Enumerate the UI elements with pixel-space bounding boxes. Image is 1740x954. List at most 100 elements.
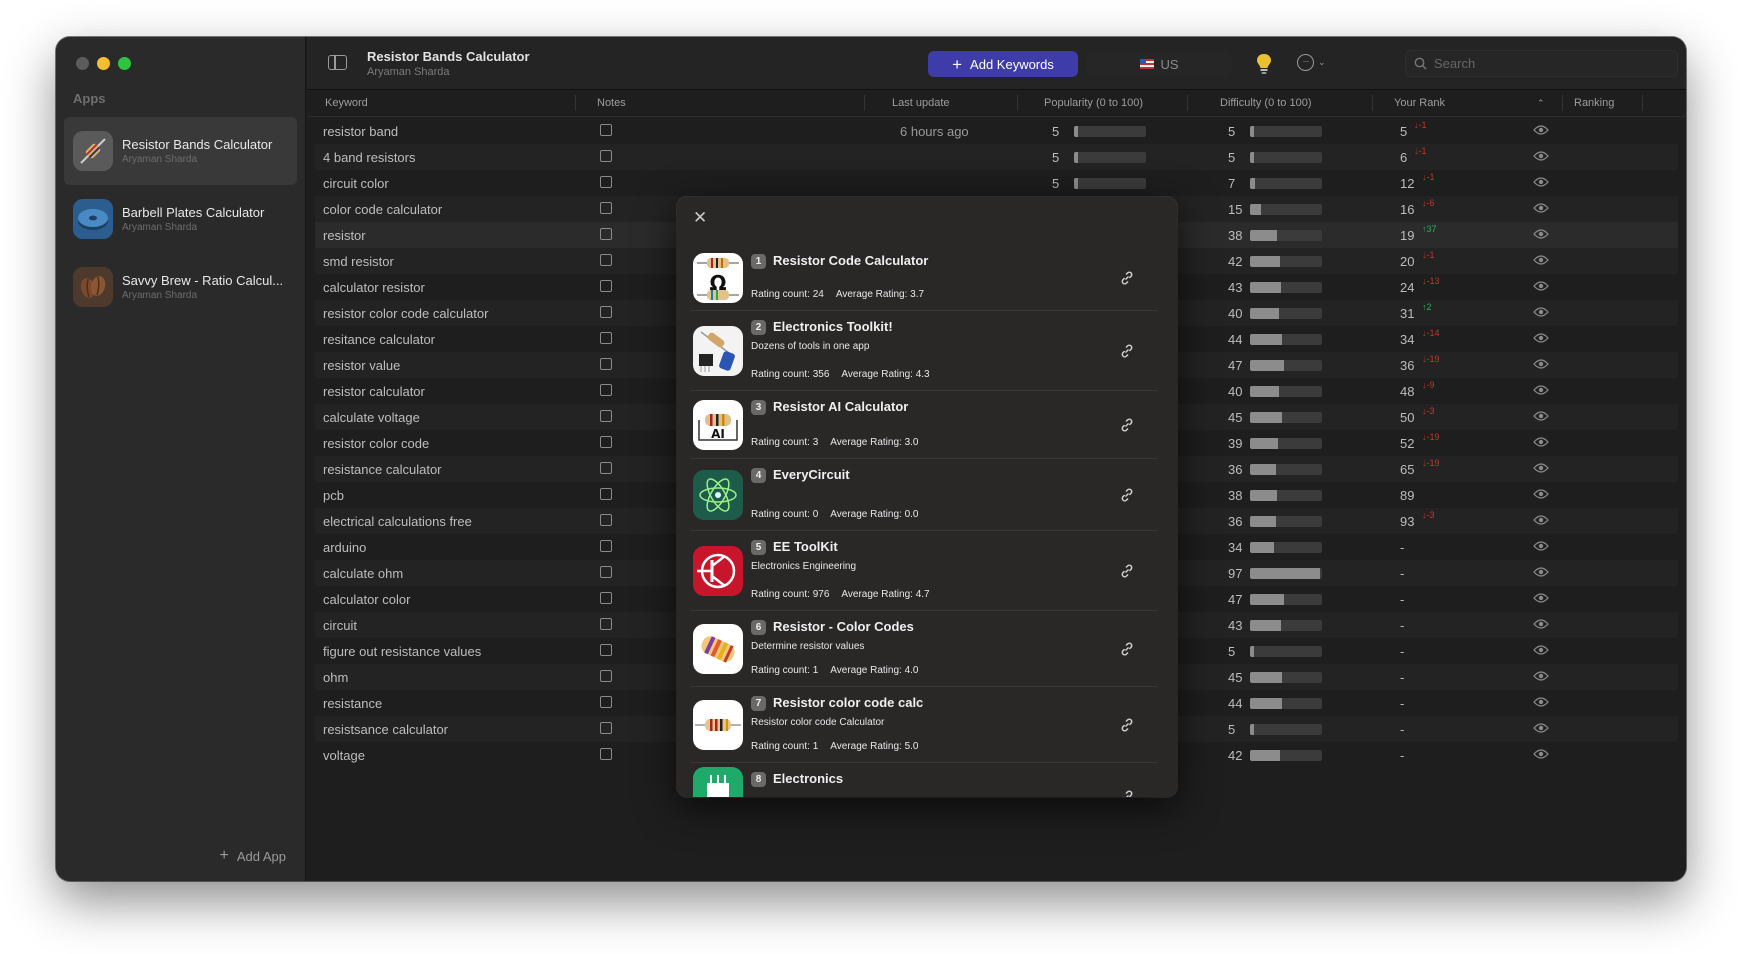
eye-icon[interactable] bbox=[1533, 124, 1549, 139]
competitor-item[interactable]: 6 Resistor - Color Codes Determine resisto… bbox=[691, 611, 1157, 687]
edit-note-icon[interactable] bbox=[600, 254, 612, 266]
eye-icon[interactable] bbox=[1533, 514, 1549, 529]
link-icon[interactable] bbox=[1119, 343, 1135, 359]
minimize-window-button[interactable] bbox=[97, 57, 110, 70]
eye-icon[interactable] bbox=[1533, 280, 1549, 295]
sidebar-app-barbell-plates[interactable]: Barbell Plates Calculator Aryaman Sharda bbox=[64, 185, 297, 253]
edit-note-icon[interactable] bbox=[600, 566, 612, 578]
edit-note-icon[interactable] bbox=[600, 150, 612, 162]
competitor-rank-badge: 3 bbox=[751, 400, 766, 415]
add-app-button[interactable]: + Add App bbox=[220, 847, 287, 865]
table-row[interactable]: circuit color 5 7 12 ↓-1 bbox=[315, 170, 1678, 196]
link-icon[interactable] bbox=[1119, 641, 1135, 657]
link-icon[interactable] bbox=[1119, 487, 1135, 503]
table-row[interactable]: resistor band 6 hours ago 5 5 5 ↓-1 bbox=[315, 118, 1678, 144]
eye-icon[interactable] bbox=[1533, 358, 1549, 373]
eye-icon[interactable] bbox=[1533, 150, 1549, 165]
edit-note-icon[interactable] bbox=[600, 358, 612, 370]
competitor-item[interactable]: 8 Electronics bbox=[691, 763, 1157, 797]
sort-ascending-icon[interactable]: ⌃ bbox=[1537, 98, 1545, 109]
column-header-ranking[interactable]: Ranking bbox=[1574, 97, 1614, 109]
column-header-notes[interactable]: Notes bbox=[597, 97, 626, 109]
competitor-item[interactable]: AI 3 Resistor AI Calculator Rating count: 3… bbox=[691, 391, 1157, 459]
eye-icon[interactable] bbox=[1533, 488, 1549, 503]
eye-icon[interactable] bbox=[1533, 462, 1549, 477]
competitor-item[interactable]: 5 EE ToolKit Electronics Engineering Rating… bbox=[691, 531, 1157, 611]
eye-icon[interactable] bbox=[1533, 436, 1549, 451]
eye-icon[interactable] bbox=[1533, 618, 1549, 633]
edit-note-icon[interactable] bbox=[600, 384, 612, 396]
link-icon[interactable] bbox=[1119, 789, 1135, 797]
eye-icon[interactable] bbox=[1533, 176, 1549, 191]
column-header-keyword[interactable]: Keyword bbox=[325, 97, 368, 109]
competitor-item[interactable]: 7 Resistor color code calc Resistor color … bbox=[691, 687, 1157, 763]
keyword-cell: calculate ohm bbox=[323, 566, 404, 581]
difficulty-value: 38 bbox=[1228, 228, 1243, 243]
edit-note-icon[interactable] bbox=[600, 462, 612, 474]
difficulty-bar bbox=[1250, 360, 1322, 371]
search-box[interactable] bbox=[1405, 50, 1678, 77]
eye-icon[interactable] bbox=[1533, 722, 1549, 737]
edit-note-icon[interactable] bbox=[600, 176, 612, 188]
country-selector[interactable]: US bbox=[1087, 51, 1232, 77]
column-header-last-update[interactable]: Last update bbox=[892, 97, 950, 109]
competitor-item[interactable]: 2 Electronics Toolkit! Dozens of tools in … bbox=[691, 311, 1157, 391]
eye-icon[interactable] bbox=[1533, 696, 1549, 711]
eye-icon[interactable] bbox=[1533, 306, 1549, 321]
edit-note-icon[interactable] bbox=[600, 124, 612, 136]
sidebar-app-savvy-brew[interactable]: Savvy Brew - Ratio Calcul... Aryaman Sha… bbox=[64, 253, 297, 321]
edit-note-icon[interactable] bbox=[600, 644, 612, 656]
link-icon[interactable] bbox=[1119, 717, 1135, 733]
edit-note-icon[interactable] bbox=[600, 592, 612, 604]
edit-note-icon[interactable] bbox=[600, 228, 612, 240]
edit-note-icon[interactable] bbox=[600, 410, 612, 422]
add-keywords-button[interactable]: + Add Keywords bbox=[928, 51, 1078, 77]
close-window-button[interactable] bbox=[76, 57, 89, 70]
link-icon[interactable] bbox=[1119, 563, 1135, 579]
edit-note-icon[interactable] bbox=[600, 748, 612, 760]
edit-note-icon[interactable] bbox=[600, 488, 612, 500]
eye-icon[interactable] bbox=[1533, 254, 1549, 269]
average-rating: Average Rating: 3.0 bbox=[830, 437, 919, 448]
eye-icon[interactable] bbox=[1533, 592, 1549, 607]
average-rating: Average Rating: 4.0 bbox=[830, 665, 919, 676]
competitor-item[interactable]: 4 EveryCircuit Rating count: 0 Average Rati… bbox=[691, 459, 1157, 531]
column-header-difficulty[interactable]: Difficulty (0 to 100) bbox=[1220, 97, 1312, 109]
eye-icon[interactable] bbox=[1533, 332, 1549, 347]
search-input[interactable] bbox=[1434, 56, 1654, 71]
link-icon[interactable] bbox=[1119, 270, 1135, 286]
edit-note-icon[interactable] bbox=[600, 280, 612, 292]
edit-note-icon[interactable] bbox=[600, 514, 612, 526]
eye-icon[interactable] bbox=[1533, 228, 1549, 243]
eye-icon[interactable] bbox=[1533, 644, 1549, 659]
eye-icon[interactable] bbox=[1533, 410, 1549, 425]
edit-note-icon[interactable] bbox=[600, 202, 612, 214]
edit-note-icon[interactable] bbox=[600, 306, 612, 318]
edit-note-icon[interactable] bbox=[600, 436, 612, 448]
edit-note-icon[interactable] bbox=[600, 670, 612, 682]
difficulty-bar bbox=[1250, 750, 1322, 761]
eye-icon[interactable] bbox=[1533, 566, 1549, 581]
link-icon[interactable] bbox=[1119, 417, 1135, 433]
column-header-popularity[interactable]: Popularity (0 to 100) bbox=[1044, 97, 1143, 109]
search-icon bbox=[1414, 57, 1427, 70]
maximize-window-button[interactable] bbox=[118, 57, 131, 70]
table-row[interactable]: 4 band resistors 5 5 6 ↓-1 bbox=[315, 144, 1678, 170]
eye-icon[interactable] bbox=[1533, 202, 1549, 217]
close-icon[interactable]: ✕ bbox=[693, 209, 707, 226]
column-header-your-rank[interactable]: Your Rank bbox=[1394, 97, 1445, 109]
eye-icon[interactable] bbox=[1533, 748, 1549, 763]
competitor-item[interactable]: Ω 1 Resistor Code Calculator Rating count: … bbox=[691, 245, 1157, 311]
eye-icon[interactable] bbox=[1533, 384, 1549, 399]
edit-note-icon[interactable] bbox=[600, 332, 612, 344]
sidebar-app-resistor-bands[interactable]: Resistor Bands Calculator Aryaman Sharda bbox=[64, 117, 297, 185]
lightbulb-icon[interactable] bbox=[1254, 53, 1274, 75]
eye-icon[interactable] bbox=[1533, 670, 1549, 685]
more-options-button[interactable]: ··· ⌄ bbox=[1297, 54, 1326, 71]
edit-note-icon[interactable] bbox=[600, 722, 612, 734]
sidebar-toggle-icon[interactable] bbox=[328, 55, 347, 70]
edit-note-icon[interactable] bbox=[600, 540, 612, 552]
eye-icon[interactable] bbox=[1533, 540, 1549, 555]
edit-note-icon[interactable] bbox=[600, 618, 612, 630]
edit-note-icon[interactable] bbox=[600, 696, 612, 708]
